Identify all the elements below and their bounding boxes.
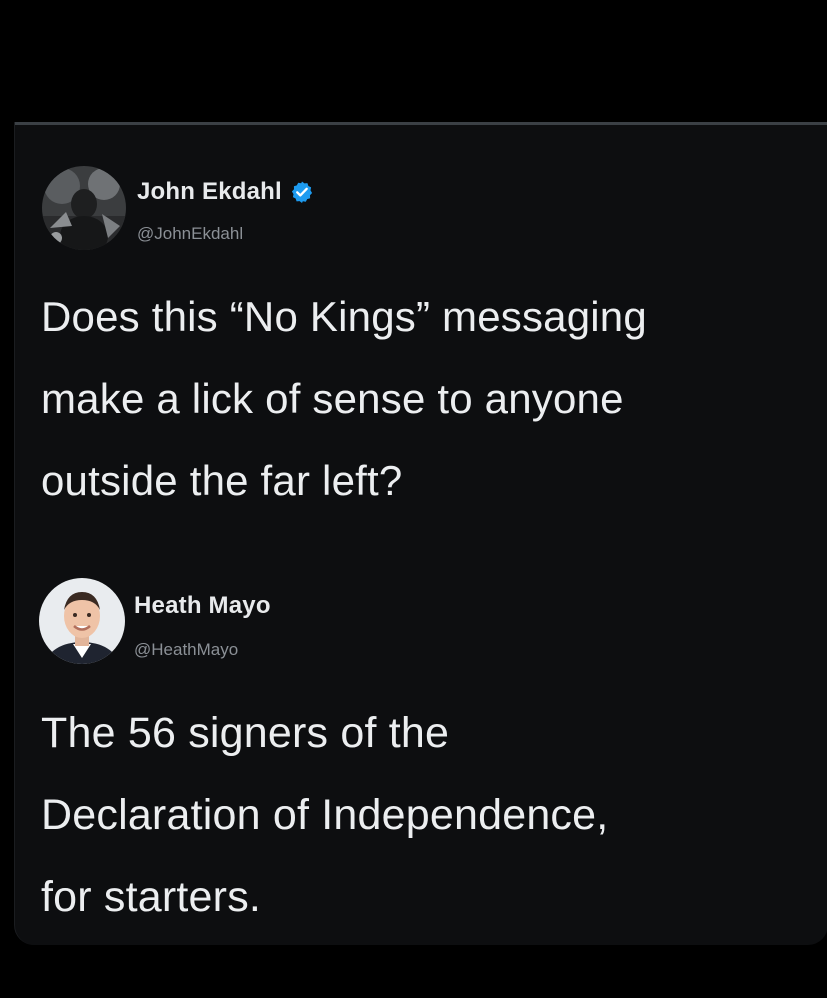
name-row: John Ekdahl (137, 178, 314, 206)
display-name[interactable]: John Ekdahl (137, 178, 282, 206)
tweet-text-line: The 56 signers of the (41, 709, 450, 757)
handle[interactable]: @HeathMayo (134, 640, 238, 660)
tweet-john-ekdahl[interactable]: John Ekdahl @JohnEkdahl Does this “No Ki… (15, 166, 827, 504)
tweet-text-line: outside the far left? (41, 457, 403, 504)
screenshot-frame: John Ekdahl @JohnEkdahl Does this “No Ki… (0, 0, 827, 998)
tweet-text: The 56 signers of the Declaration of Ind… (41, 692, 811, 938)
profile-photo-icon (39, 578, 125, 664)
handle[interactable]: @JohnEkdahl (137, 224, 243, 244)
tweet-card: John Ekdahl @JohnEkdahl Does this “No Ki… (14, 122, 827, 945)
tweet-text: Does this “No Kings” messaging make a li… (41, 276, 811, 522)
profile-photo-icon (42, 166, 126, 250)
verified-badge-icon (291, 181, 312, 203)
divider (15, 122, 827, 125)
tweet-heath-mayo[interactable]: Heath Mayo @HeathMayo The 56 signers of … (15, 578, 827, 921)
avatar[interactable] (39, 578, 125, 664)
avatar[interactable] (42, 166, 126, 250)
tweet-text-line: Does this “No Kings” messaging (41, 293, 647, 340)
tweet-text-line: for starters. (41, 873, 262, 921)
tweet-text-line: Declaration of Independence, (41, 791, 609, 839)
tweet-text-line: make a lick of sense to anyone (41, 375, 624, 422)
display-name[interactable]: Heath Mayo (134, 592, 271, 620)
name-row: Heath Mayo (134, 592, 271, 620)
tweet-header: John Ekdahl @JohnEkdahl (15, 166, 827, 256)
tweet-header: Heath Mayo @HeathMayo (15, 578, 827, 668)
